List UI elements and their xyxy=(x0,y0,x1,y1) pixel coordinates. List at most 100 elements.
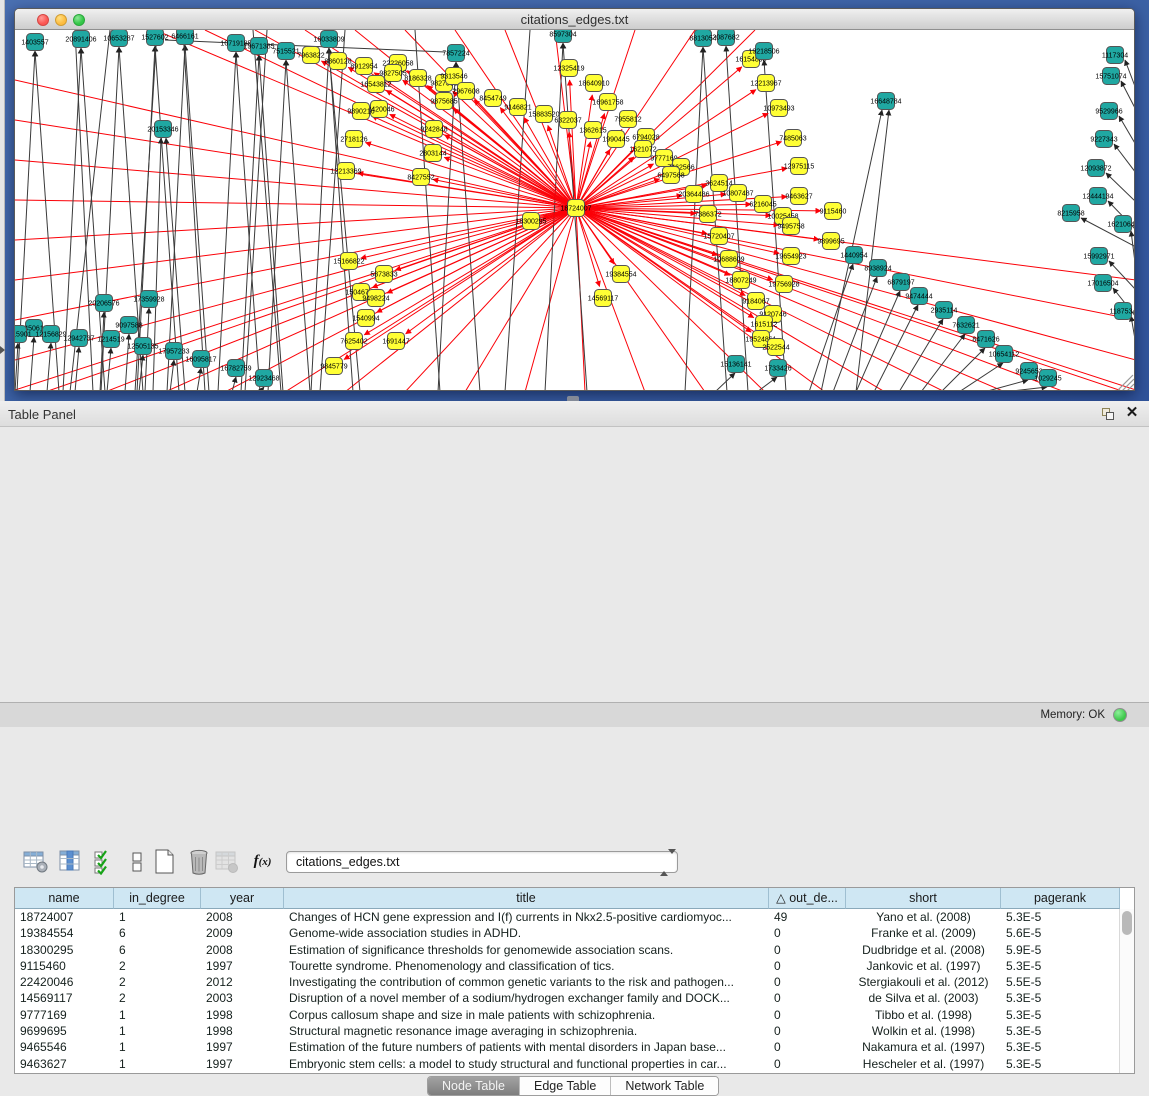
graph-node[interactable] xyxy=(1115,216,1132,233)
graph-node[interactable] xyxy=(721,251,738,268)
graph-node[interactable] xyxy=(958,317,975,334)
cell-name[interactable]: 9463627 xyxy=(15,1056,114,1072)
network-canvas-area[interactable]: 1872400779638228860128891295422226058982… xyxy=(15,30,1135,391)
cell-out_de[interactable]: 0 xyxy=(769,1007,846,1023)
tab-network-table[interactable]: Network Table xyxy=(611,1077,718,1095)
graph-node[interactable] xyxy=(846,247,863,264)
graph-node[interactable] xyxy=(413,169,430,186)
cell-name[interactable]: 22420046 xyxy=(15,974,114,990)
graph-node[interactable] xyxy=(1107,47,1124,64)
graph-node[interactable] xyxy=(376,266,393,283)
graph-node[interactable] xyxy=(341,253,358,270)
function-builder-button[interactable]: f(x) xyxy=(249,848,276,875)
graph-node[interactable] xyxy=(15,326,27,343)
graph-node[interactable] xyxy=(771,100,788,117)
graph-node[interactable] xyxy=(278,43,295,60)
graph-node[interactable] xyxy=(1096,131,1113,148)
cell-name[interactable]: 9115460 xyxy=(15,958,114,974)
cell-in_degree[interactable]: 2 xyxy=(114,958,201,974)
column-header-in_degree[interactable]: in_degree xyxy=(114,888,201,909)
graph-node[interactable] xyxy=(911,288,928,305)
graph-node[interactable] xyxy=(321,31,338,48)
table-row[interactable]: 946362711997Embryonic stem cells: a mode… xyxy=(15,1056,1134,1072)
graph-node[interactable] xyxy=(410,70,427,87)
graph-node[interactable] xyxy=(555,30,572,43)
graph-node[interactable] xyxy=(791,188,808,205)
graph-node[interactable] xyxy=(1101,103,1118,120)
graph-node[interactable] xyxy=(1040,370,1057,387)
graph-node[interactable] xyxy=(783,218,800,235)
cell-out_de[interactable]: 0 xyxy=(769,974,846,990)
cell-pagerank[interactable]: 5.3E-5 xyxy=(1001,909,1120,925)
graph-node[interactable] xyxy=(177,30,194,45)
table-row[interactable]: 1456911722003Disruption of a novel membe… xyxy=(15,990,1134,1006)
graph-node[interactable] xyxy=(147,30,164,46)
graph-node[interactable] xyxy=(756,316,773,333)
graph-node[interactable] xyxy=(1063,205,1080,222)
cell-year[interactable]: 2012 xyxy=(201,974,284,990)
cell-year[interactable]: 2009 xyxy=(201,925,284,941)
collapsed-control-panel[interactable] xyxy=(0,0,5,401)
cell-year[interactable]: 2003 xyxy=(201,990,284,1006)
cell-pagerank[interactable]: 5.3E-5 xyxy=(1001,1056,1120,1072)
table-row[interactable]: 969969511998Structural magnetic resonanc… xyxy=(15,1023,1134,1039)
cell-pagerank[interactable]: 5.3E-5 xyxy=(1001,1007,1120,1023)
cell-year[interactable]: 1998 xyxy=(201,1007,284,1023)
graph-node[interactable] xyxy=(613,266,630,283)
column-header-name[interactable]: name xyxy=(15,888,114,909)
graph-node[interactable] xyxy=(346,333,363,350)
graph-node[interactable] xyxy=(353,103,370,120)
graph-node[interactable] xyxy=(368,290,385,307)
graph-node[interactable] xyxy=(228,35,245,52)
new-table-button[interactable] xyxy=(151,848,178,875)
cell-out_de[interactable]: 0 xyxy=(769,1039,846,1055)
cell-name[interactable]: 18300295 xyxy=(15,942,114,958)
graph-node[interactable] xyxy=(620,111,637,128)
cell-short[interactable]: Wolkin et al. (1998) xyxy=(846,1023,1001,1039)
graph-node[interactable] xyxy=(135,338,152,355)
graph-node[interactable] xyxy=(1115,303,1132,320)
graph-node[interactable] xyxy=(785,130,802,147)
table-row[interactable]: 1830029562008Estimation of significance … xyxy=(15,942,1134,958)
cell-short[interactable]: Jankovic et al. (1997) xyxy=(846,958,1001,974)
cell-year[interactable]: 2008 xyxy=(201,909,284,925)
graph-node[interactable] xyxy=(776,276,793,293)
graph-node[interactable] xyxy=(1095,275,1112,292)
graph-node[interactable] xyxy=(251,38,268,55)
graph-node[interactable] xyxy=(141,291,158,308)
graph-node[interactable] xyxy=(878,93,895,110)
float-panel-icon[interactable] xyxy=(1100,406,1116,422)
cell-name[interactable]: 18724007 xyxy=(15,909,114,925)
graph-node[interactable] xyxy=(700,206,717,223)
table-row[interactable]: 2242004622012Investigating the contribut… xyxy=(15,974,1134,990)
table-chooser-dropdown[interactable]: citations_edges.txt xyxy=(286,851,678,873)
cell-in_degree[interactable]: 1 xyxy=(114,1023,201,1039)
graph-node[interactable] xyxy=(27,34,44,51)
cell-in_degree[interactable]: 6 xyxy=(114,925,201,941)
table-scrollbar-thumb[interactable] xyxy=(1122,911,1132,935)
graph-node[interactable] xyxy=(536,106,553,123)
graph-node[interactable] xyxy=(1090,188,1107,205)
graph-node[interactable] xyxy=(121,317,138,334)
cell-out_de[interactable]: 0 xyxy=(769,942,846,958)
delete-table-button[interactable] xyxy=(185,848,212,875)
table-row[interactable]: 1938455462009Genome-wide association stu… xyxy=(15,925,1134,941)
graph-node[interactable] xyxy=(111,30,128,47)
graph-node[interactable] xyxy=(695,30,712,47)
cell-out_de[interactable]: 0 xyxy=(769,1056,846,1072)
column-header-out_de[interactable]: △ out_de... xyxy=(769,888,846,909)
graph-node[interactable] xyxy=(385,65,402,82)
cell-name[interactable]: 9777169 xyxy=(15,1007,114,1023)
graph-node[interactable] xyxy=(523,213,540,230)
tab-edge-table[interactable]: Edge Table xyxy=(520,1077,611,1095)
cell-title[interactable]: Estimation of the future numbers of pati… xyxy=(284,1039,769,1055)
graph-node[interactable] xyxy=(718,30,735,46)
cell-year[interactable]: 1998 xyxy=(201,1023,284,1039)
close-panel-icon[interactable]: ✕ xyxy=(1124,405,1140,421)
graph-node[interactable] xyxy=(936,302,953,319)
graph-node[interactable] xyxy=(791,158,808,175)
cell-short[interactable]: Franke et al. (2009) xyxy=(846,925,1001,941)
graph-node[interactable] xyxy=(193,351,210,368)
cell-out_de[interactable]: 49 xyxy=(769,909,846,925)
graph-node[interactable] xyxy=(600,94,617,111)
